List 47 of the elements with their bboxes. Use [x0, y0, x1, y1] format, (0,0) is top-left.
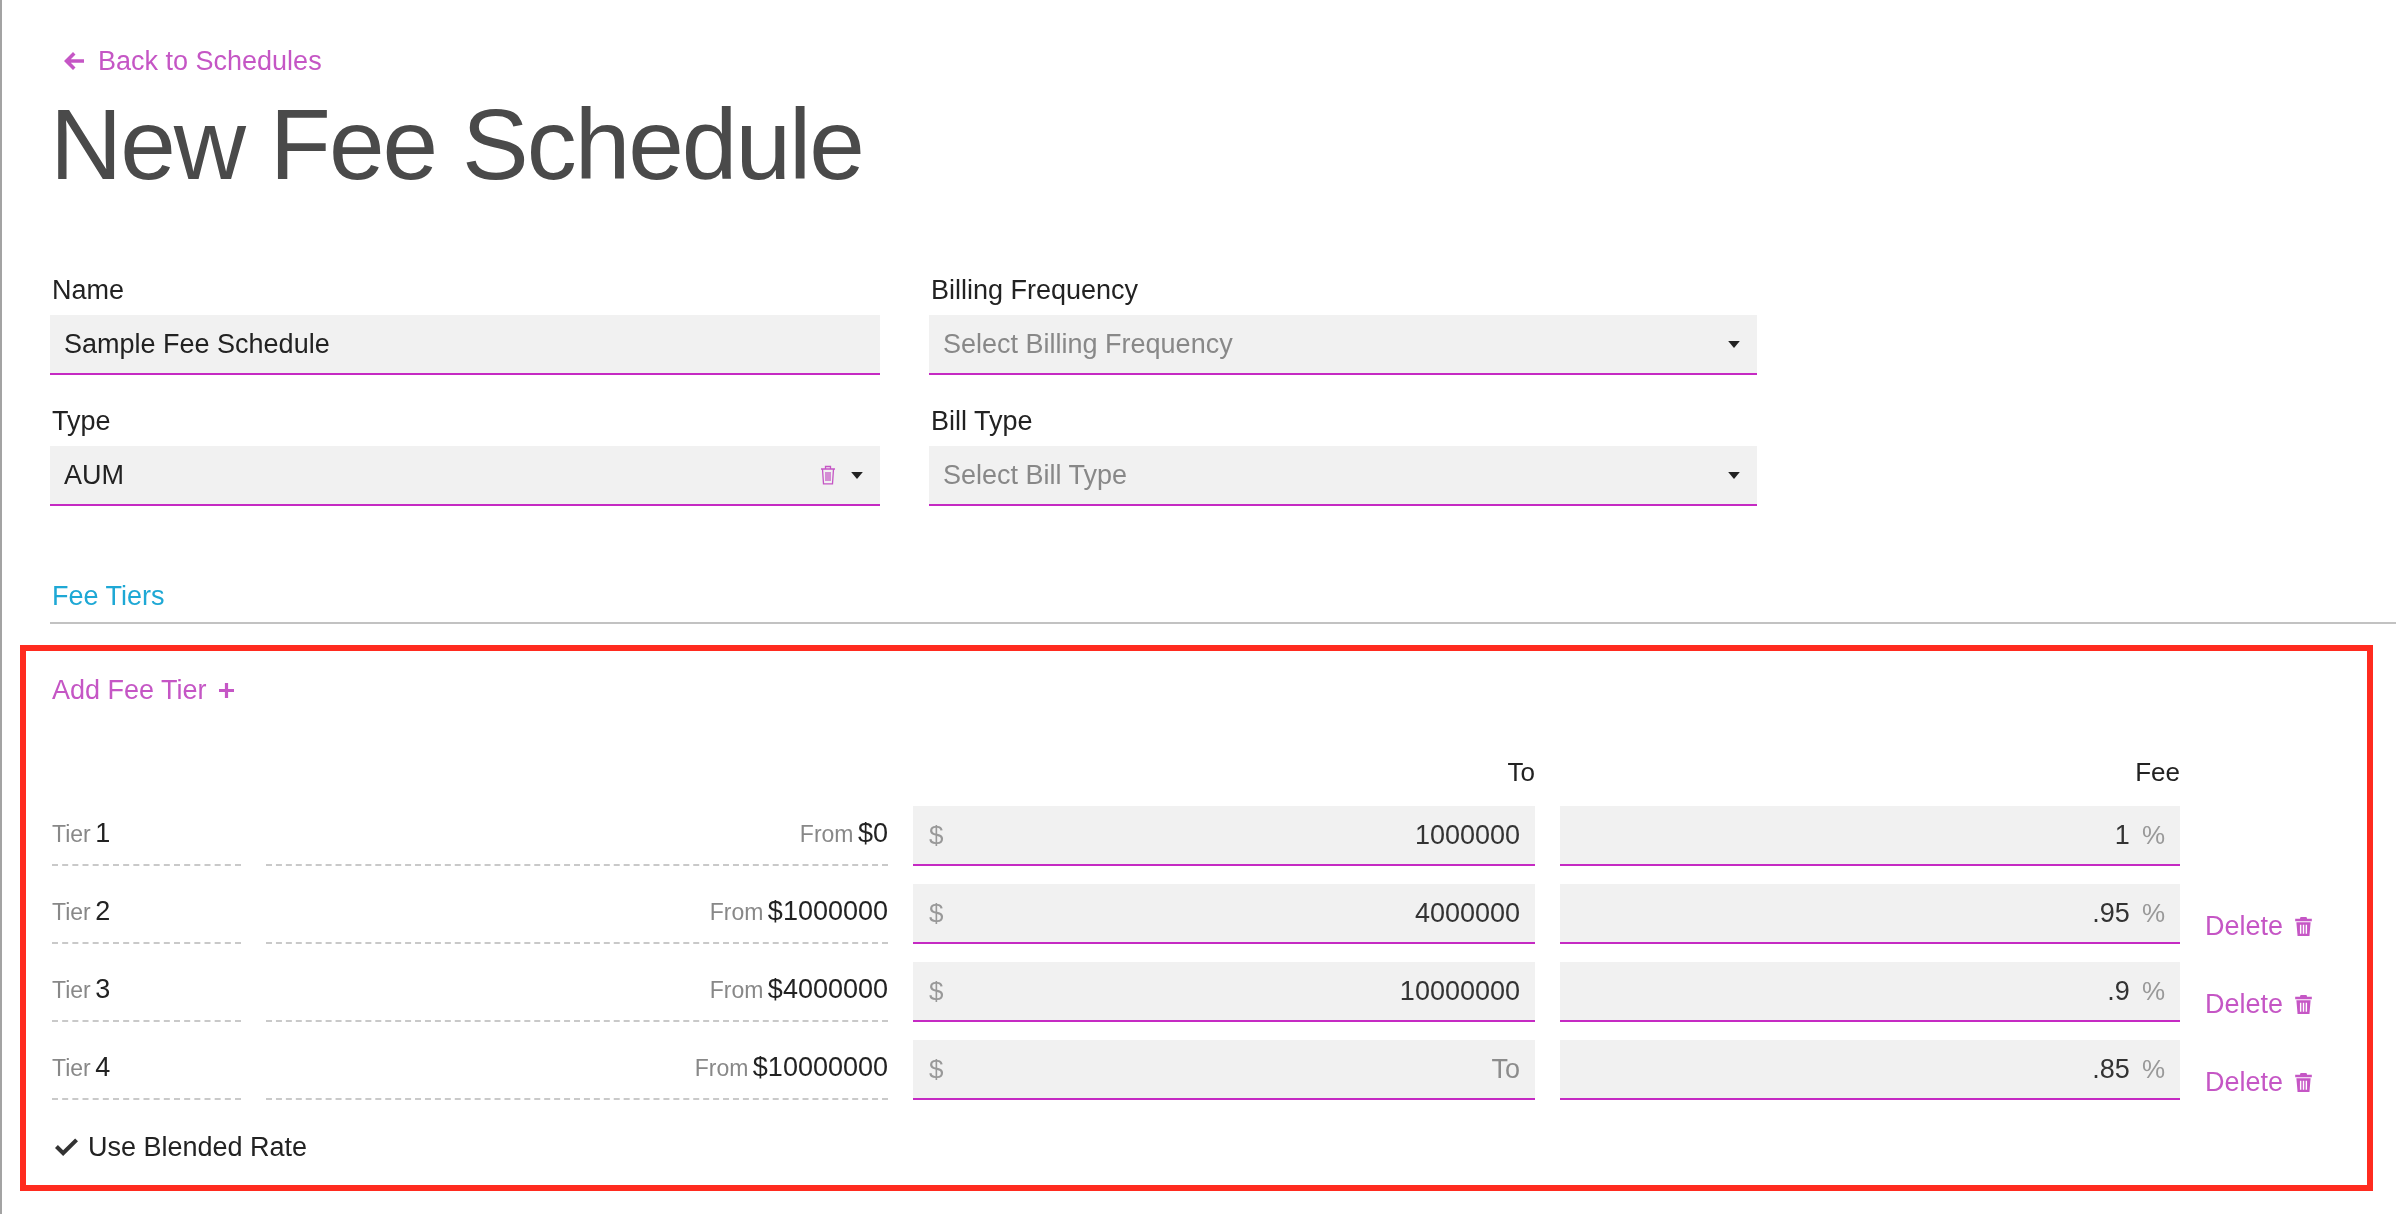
- fee-input[interactable]: .85 %: [1560, 1040, 2180, 1100]
- trash-icon: [2295, 994, 2313, 1014]
- delete-button[interactable]: Delete: [2205, 988, 2313, 1020]
- fee-input[interactable]: .9 %: [1560, 962, 2180, 1022]
- caret-down-icon: [1728, 471, 1740, 479]
- tier-cell: Tier 2: [52, 884, 241, 944]
- from-cell: From $1000000: [266, 884, 888, 944]
- delete-button[interactable]: Delete: [2205, 1066, 2313, 1098]
- column-header: To: [1507, 756, 1535, 788]
- select-field[interactable]: AUM: [50, 446, 880, 506]
- caret-down-icon: [851, 471, 863, 479]
- fee-input[interactable]: 1 %: [1560, 806, 2180, 866]
- percent-symbol: %: [2141, 897, 2165, 929]
- trash-icon: [2295, 916, 2313, 936]
- percent-symbol: %: [2141, 975, 2165, 1007]
- percent-symbol: %: [2141, 819, 2165, 851]
- from-cell: From $4000000: [266, 962, 888, 1022]
- tier-cell: Tier 3: [52, 962, 241, 1022]
- to-input[interactable]: $ 4000000: [913, 884, 1535, 944]
- field-label: Billing Frequency: [931, 274, 1139, 306]
- column-header: Fee: [2135, 756, 2180, 788]
- from-cell: From $0: [266, 806, 888, 866]
- add-tier-button[interactable]: Add Fee Tier: [52, 674, 234, 706]
- percent-symbol: %: [2141, 1053, 2165, 1085]
- to-input[interactable]: $ 1000000: [913, 806, 1535, 866]
- trash-icon[interactable]: [820, 465, 836, 485]
- back-link[interactable]: Back to Schedules: [64, 45, 322, 77]
- currency-symbol: $: [929, 975, 944, 1007]
- field-label: Type: [52, 405, 111, 437]
- caret-down-icon: [1728, 340, 1740, 348]
- currency-symbol: $: [929, 1053, 944, 1085]
- tier-cell: Tier 1: [52, 806, 241, 866]
- plus-icon: [218, 682, 234, 698]
- to-input[interactable]: $ 10000000: [913, 962, 1535, 1022]
- currency-symbol: $: [929, 897, 944, 929]
- tier-cell: Tier 4: [52, 1040, 241, 1100]
- delete-button[interactable]: Delete: [2205, 910, 2313, 942]
- from-cell: From $10000000: [266, 1040, 888, 1100]
- arrow-left-icon: [64, 52, 84, 70]
- currency-symbol: $: [929, 819, 944, 851]
- field-label: Bill Type: [931, 405, 1033, 437]
- fee-input[interactable]: .95 %: [1560, 884, 2180, 944]
- page-title: New Fee Schedule: [50, 94, 863, 194]
- blended-rate-toggle[interactable]: Use Blended Rate: [52, 1131, 308, 1163]
- field-label: Name: [52, 274, 125, 306]
- text-input[interactable]: Sample Fee Schedule: [50, 315, 880, 375]
- trash-icon: [2295, 1072, 2313, 1092]
